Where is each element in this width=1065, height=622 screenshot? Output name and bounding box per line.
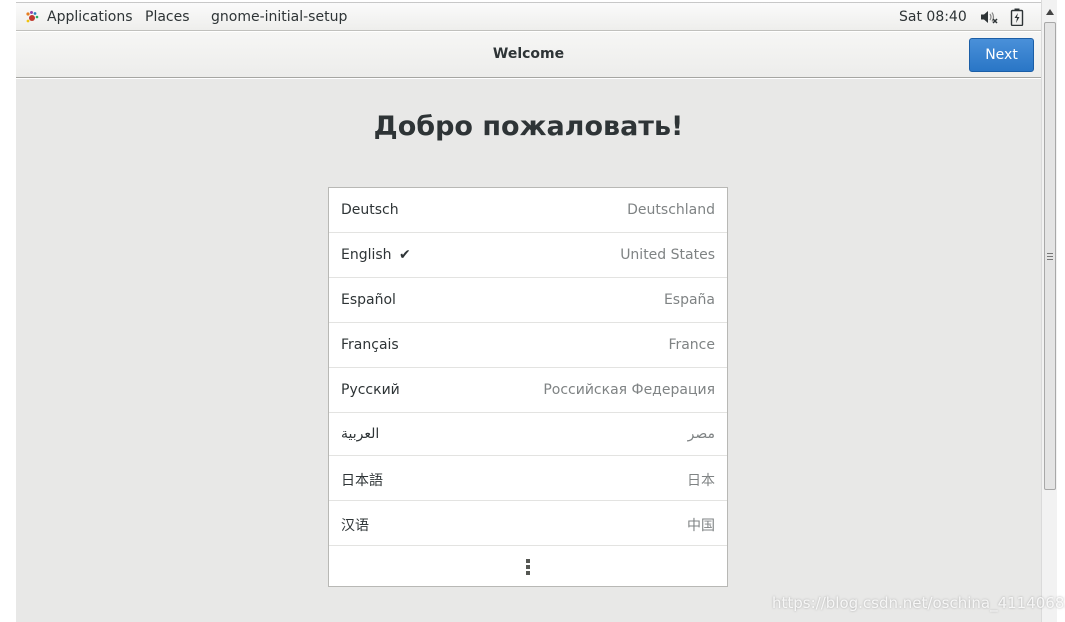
- language-region: United States: [620, 247, 715, 263]
- language-name: Deutsch: [341, 202, 399, 218]
- more-languages-row[interactable]: [329, 546, 727, 587]
- welcome-heading: Добро пожаловать!: [373, 111, 684, 142]
- watermark: https://blog.csdn.net/oschina_41140683: [772, 594, 1065, 612]
- gnome-foot-icon: [26, 11, 39, 23]
- language-row-english[interactable]: English ✔ United States: [329, 233, 727, 278]
- language-region: 中国: [687, 518, 715, 534]
- language-region: مصر: [687, 426, 715, 442]
- applications-label: Applications: [47, 9, 133, 25]
- screen: Applications Places gnome-initial-setup …: [0, 0, 1065, 622]
- more-vertical-icon: [526, 559, 530, 575]
- top-panel: Applications Places gnome-initial-setup …: [16, 2, 1041, 31]
- places-menu[interactable]: Places: [145, 9, 190, 25]
- language-name: 日本語: [341, 473, 383, 489]
- header-bar: Welcome Next: [16, 32, 1041, 78]
- scrollbar-thumb[interactable]: [1044, 22, 1056, 490]
- check-icon: ✔: [399, 247, 411, 263]
- volume-muted-icon[interactable]: [980, 9, 998, 25]
- language-name: Español: [341, 292, 396, 308]
- language-row-japanese[interactable]: 日本語 日本: [329, 456, 727, 501]
- language-name: Français: [341, 337, 399, 353]
- next-button[interactable]: Next: [969, 38, 1034, 72]
- language-row-espanol[interactable]: Español España: [329, 278, 727, 323]
- language-region: España: [663, 292, 715, 308]
- language-name: Русский: [341, 382, 400, 398]
- language-name: 汉语: [341, 518, 369, 534]
- language-region: 日本: [687, 473, 715, 489]
- language-region: Российская Федерация: [543, 382, 715, 398]
- scroll-up-icon[interactable]: [1046, 9, 1054, 15]
- language-region: France: [668, 337, 715, 353]
- scrollbar[interactable]: [1041, 0, 1057, 622]
- language-row-chinese[interactable]: 汉语 中国: [329, 501, 727, 546]
- scrollbar-grip: [1047, 253, 1053, 260]
- language-row-deutsch[interactable]: Deutsch Deutschland: [329, 188, 727, 233]
- clock[interactable]: Sat 08:40: [899, 9, 967, 25]
- language-row-arabic[interactable]: العربية مصر: [329, 413, 727, 456]
- welcome-page: Добро пожаловать! Deutsch Deutschland En…: [16, 79, 1041, 622]
- language-row-francais[interactable]: Français France: [329, 323, 727, 368]
- battery-icon[interactable]: [1010, 8, 1024, 26]
- app-menu[interactable]: gnome-initial-setup: [211, 9, 347, 25]
- language-name: العربية: [341, 426, 380, 442]
- language-region: Deutschland: [627, 202, 715, 218]
- language-row-russian[interactable]: Русский Российская Федерация: [329, 368, 727, 413]
- language-name: English: [341, 247, 392, 263]
- page-title: Welcome: [492, 46, 565, 62]
- applications-menu[interactable]: Applications: [24, 9, 133, 25]
- language-list[interactable]: Deutsch Deutschland English ✔ United Sta…: [328, 187, 728, 587]
